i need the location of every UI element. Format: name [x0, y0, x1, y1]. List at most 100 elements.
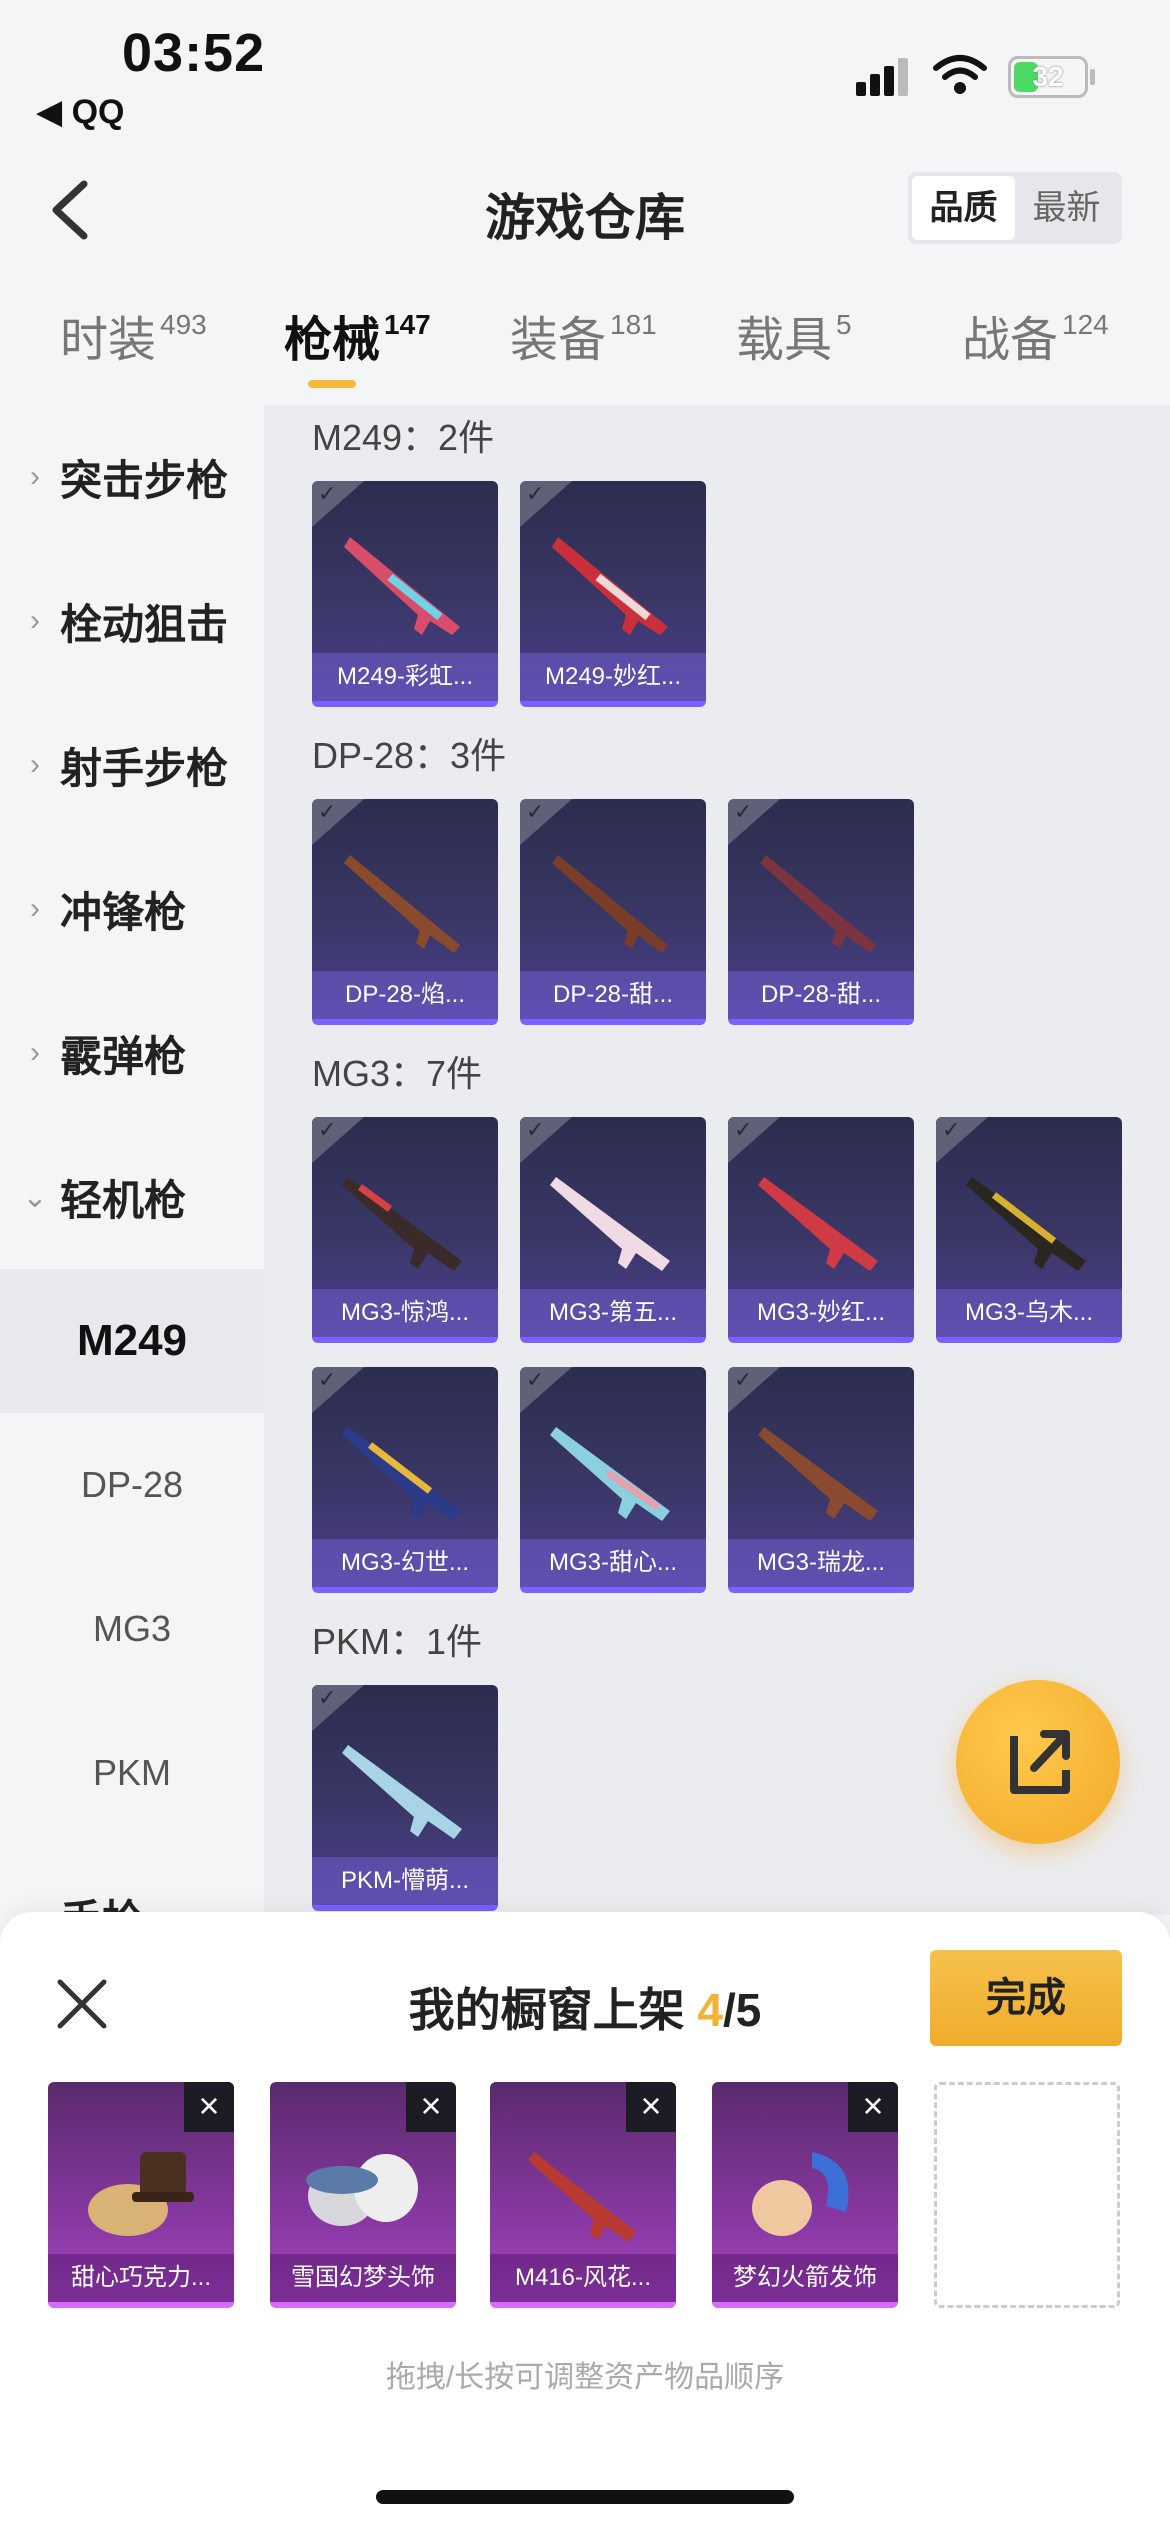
share-icon	[1010, 1730, 1070, 1794]
chevron-right-icon: ›	[30, 604, 40, 637]
rifle-icon	[552, 537, 668, 635]
sidebar-item-marksman-rifle[interactable]: › 射手步枪	[0, 693, 264, 837]
sort-by-quality-button[interactable]: 品质	[912, 176, 1015, 240]
weapon-card[interactable]: MG3-妙红...	[728, 1117, 914, 1343]
rifle-icon	[344, 537, 460, 635]
tab-count: 5	[836, 309, 852, 340]
rifle-icon	[758, 1177, 878, 1271]
home-indicator[interactable]	[376, 2490, 794, 2504]
weapon-name: MG3-甜心...	[520, 1539, 706, 1587]
sidebar-subitem-m249[interactable]: M249	[0, 1269, 264, 1413]
tab-label: 装备	[510, 314, 607, 367]
rifle-icon	[758, 1427, 878, 1521]
empty-showcase-slot[interactable]	[934, 2082, 1120, 2308]
chevron-right-icon: ›	[30, 1036, 40, 1069]
weapon-card[interactable]: MG3-第五...	[520, 1117, 706, 1343]
tab-label: 战备	[962, 314, 1059, 367]
rifle-icon	[966, 1177, 1086, 1271]
weapon-card[interactable]: DP-28-甜...	[728, 799, 914, 1025]
category-tabs: 时装 493 枪械 147 装备 181 载具 5 战备 124	[0, 300, 1170, 400]
rifle-icon	[342, 1427, 462, 1521]
battery-level: 32	[1032, 61, 1064, 92]
reorder-hint: 拖拽/长按可调整资产物品顺序	[385, 2361, 785, 2394]
remove-item-icon[interactable]: ×	[626, 2082, 676, 2132]
showcase-item[interactable]: × M416-风花...	[490, 2082, 676, 2308]
sidebar-subitem-mg3[interactable]: MG3	[0, 1557, 264, 1701]
sort-by-newest-button[interactable]: 最新	[1015, 176, 1118, 240]
weapon-card[interactable]: DP-28-焰...	[312, 799, 498, 1025]
showcase-item[interactable]: × 雪国幻梦头饰	[270, 2082, 456, 2308]
sidebar-item-label: 射手步枪	[60, 744, 229, 792]
showcase-count-total: /5	[723, 1984, 762, 2036]
tab-vehicles[interactable]: 载具 5	[736, 300, 852, 390]
weapon-name: MG3-妙红...	[728, 1289, 914, 1337]
rifle-icon	[528, 2152, 636, 2242]
sidebar-item-assault-rifle[interactable]: › 突击步枪	[0, 405, 264, 549]
share-button[interactable]	[956, 1680, 1120, 1844]
wifi-icon	[933, 55, 987, 94]
sidebar-item-label: 霰弹枪	[60, 1032, 187, 1080]
showcase-item-name: M416-风花...	[490, 2254, 676, 2302]
rifle-icon	[342, 1177, 462, 1271]
sidebar-subitem-pkm[interactable]: PKM	[0, 1701, 264, 1845]
group-title-mg3: MG3：7件	[312, 1053, 483, 1094]
sidebar-item-bolt-sniper[interactable]: › 栓动狙击	[0, 549, 264, 693]
back-to-app-link[interactable]: ◀ QQ	[36, 92, 125, 132]
group-title-dp28: DP-28：3件	[312, 735, 507, 776]
showcase-item[interactable]: × 甜心巧克力...	[48, 2082, 234, 2308]
rifle-icon	[342, 1745, 462, 1839]
weapon-category-sidebar: › 突击步枪 › 栓动狙击 › 射手步枪 › 冲锋枪 › 霰弹枪 ⌄ 轻机枪 M249 DP…	[0, 405, 264, 1915]
sort-toggle: 品质 最新	[908, 172, 1122, 244]
weapon-name: MG3-瑞龙...	[728, 1539, 914, 1587]
remove-item-icon[interactable]: ×	[184, 2082, 234, 2132]
tab-fashion[interactable]: 时装 493	[60, 300, 207, 390]
tab-label: 载具	[736, 314, 833, 367]
headwear-icon	[306, 2154, 418, 2226]
page-header: 游戏仓库 品质 最新	[0, 150, 1170, 270]
battery-icon: 32	[1008, 56, 1095, 98]
tab-equipment[interactable]: 装备 181	[510, 300, 657, 390]
done-button[interactable]: 完成	[930, 1950, 1122, 2046]
weapon-card[interactable]: MG3-惊鸿...	[312, 1117, 498, 1343]
weapon-name: MG3-乌木...	[936, 1289, 1122, 1337]
weapon-card[interactable]: MG3-甜心...	[520, 1367, 706, 1593]
showcase-sheet: 我的橱窗上架 4/5 完成 × 甜心巧克力... × 雪国幻梦头饰 × M416…	[0, 1912, 1170, 2532]
weapon-card[interactable]: M249-彩虹...	[312, 481, 498, 707]
showcase-item-name: 雪国幻梦头饰	[270, 2254, 456, 2302]
tab-firearms[interactable]: 枪械 147	[284, 300, 431, 390]
tab-supplies[interactable]: 战备 124	[962, 300, 1109, 390]
showcase-item-name: 甜心巧克力...	[48, 2254, 234, 2302]
sidebar-item-label: 栓动狙击	[60, 600, 229, 648]
tab-count: 493	[160, 309, 207, 340]
group-title-pkm: PKM：1件	[312, 1621, 483, 1662]
chevron-down-icon: ⌄	[22, 1180, 48, 1214]
hair-accessory-icon	[752, 2152, 849, 2236]
remove-item-icon[interactable]: ×	[848, 2082, 898, 2132]
weapon-name: DP-28-焰...	[312, 971, 498, 1019]
sidebar-item-smg[interactable]: › 冲锋枪	[0, 837, 264, 981]
sidebar-subitem-dp28[interactable]: DP-28	[0, 1413, 264, 1557]
weapon-card[interactable]: M249-妙红...	[520, 481, 706, 707]
weapon-card[interactable]: MG3-乌木...	[936, 1117, 1122, 1343]
chevron-right-icon: ›	[30, 892, 40, 925]
weapon-card[interactable]: MG3-幻世...	[312, 1367, 498, 1593]
weapon-name: DP-28-甜...	[520, 971, 706, 1019]
rifle-icon	[760, 855, 876, 953]
showcase-count-current: 4	[697, 1984, 723, 2036]
weapon-card[interactable]: PKM-懵萌...	[312, 1685, 498, 1911]
weapon-name: DP-28-甜...	[728, 971, 914, 1019]
chocolate-hat-icon	[88, 2152, 194, 2236]
rifle-icon	[550, 1427, 670, 1521]
sidebar-item-lmg[interactable]: ⌄ 轻机枪	[0, 1125, 264, 1269]
weapon-name: M249-妙红...	[520, 653, 706, 701]
weapon-card[interactable]: MG3-瑞龙...	[728, 1367, 914, 1593]
group-title-m249: M249：2件	[312, 417, 495, 458]
sidebar-item-pistol[interactable]: ›手枪	[0, 1845, 264, 1916]
active-tab-indicator	[308, 380, 356, 388]
sidebar-item-label: 轻机枪	[60, 1176, 187, 1224]
weapon-name: MG3-第五...	[520, 1289, 706, 1337]
weapon-card[interactable]: DP-28-甜...	[520, 799, 706, 1025]
sidebar-item-shotgun[interactable]: › 霰弹枪	[0, 981, 264, 1125]
remove-item-icon[interactable]: ×	[406, 2082, 456, 2132]
showcase-item[interactable]: × 梦幻火箭发饰	[712, 2082, 898, 2308]
